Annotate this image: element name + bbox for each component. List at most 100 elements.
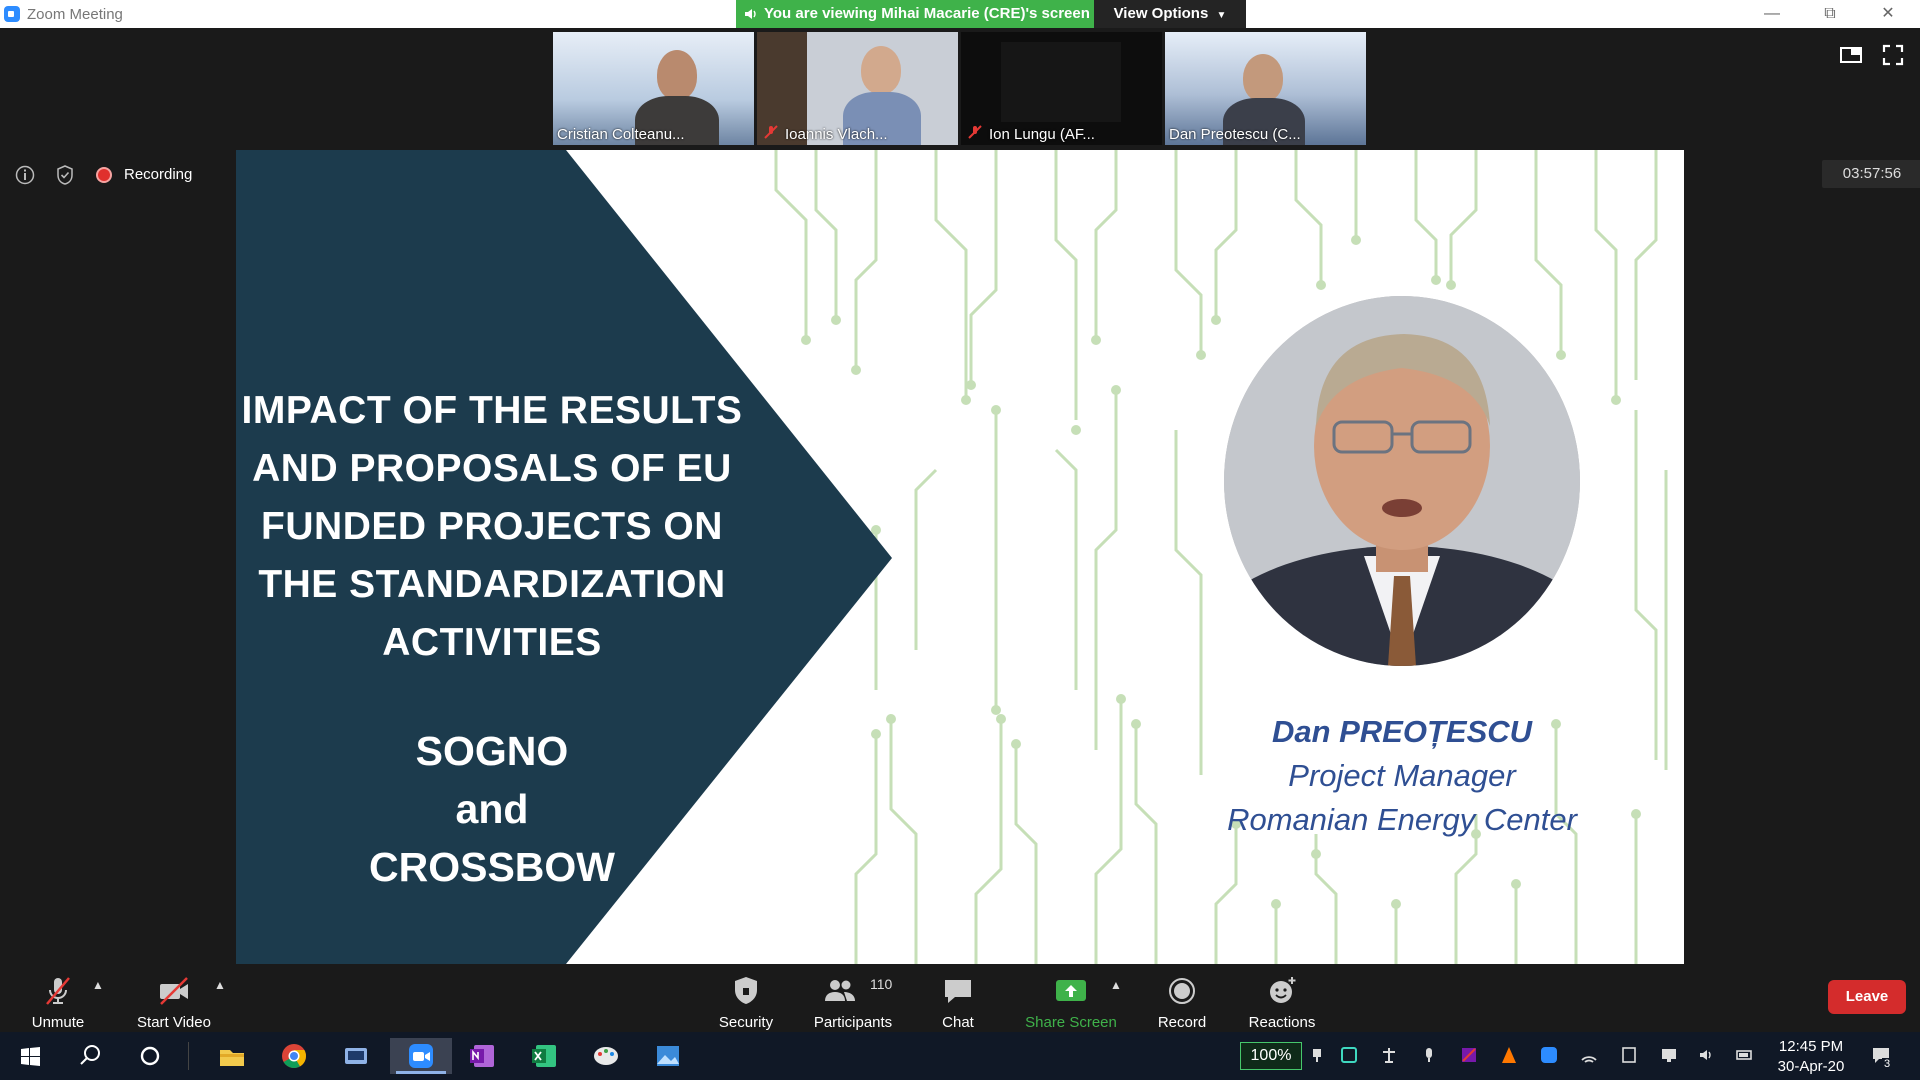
active-indicator — [396, 1071, 446, 1074]
taskbar-clock[interactable]: 12:45 PM 30-Apr-20 — [1758, 1037, 1864, 1077]
participants-label: Participants — [813, 1014, 893, 1031]
clock-time: 12:45 PM — [1778, 1038, 1844, 1055]
participant-name: Ion Lungu (AF... — [989, 126, 1095, 143]
speaker-organization: Romanian Energy Center — [1227, 802, 1577, 837]
audio-options-chevron-icon[interactable]: ▲ — [92, 978, 104, 992]
dashlane-icon[interactable] — [1340, 1046, 1358, 1064]
display-icon[interactable] — [1660, 1046, 1678, 1064]
zoom-icon — [409, 1044, 433, 1068]
muted-mic-icon — [764, 125, 778, 139]
participant-face — [657, 50, 697, 100]
speaker-photo — [1224, 296, 1580, 666]
slide-title-line: ACTIVITIES — [382, 621, 602, 664]
clipboard-icon[interactable] — [1620, 1046, 1638, 1064]
participants-icon — [825, 980, 856, 1001]
window-titlebar: Zoom Meeting You are viewing Mihai Macar… — [0, 0, 1920, 28]
video-off-icon — [160, 977, 188, 1005]
fullscreen-icon[interactable] — [1882, 44, 1904, 66]
reactions-smiley-icon — [1270, 977, 1296, 1003]
excel-icon[interactable] — [526, 1038, 562, 1074]
video-tile-1[interactable]: Cristian Colteanu... — [553, 32, 754, 145]
viewing-screen-banner: You are viewing Mihai Macarie (CRE)'s sc… — [736, 0, 1094, 28]
avast-icon[interactable] — [1500, 1046, 1518, 1064]
wifi-icon[interactable] — [1580, 1046, 1598, 1064]
slide-title-line: AND PROPOSALS OF EU — [252, 447, 732, 490]
clock-date: 30-Apr-20 — [1777, 1058, 1845, 1075]
encryption-shield-icon[interactable] — [54, 164, 76, 186]
reactions-label: Reactions — [1248, 1014, 1316, 1031]
battery-icon[interactable] — [1736, 1046, 1754, 1064]
zoom-level-indicator[interactable]: 100% — [1240, 1042, 1302, 1070]
restore-icon[interactable]: ⧉ — [1810, 3, 1850, 25]
muted-microphone-icon — [46, 977, 70, 1005]
taskbar-divider — [188, 1042, 189, 1070]
meeting-timer: 03:57:56 — [1822, 160, 1920, 188]
leave-meeting-button[interactable]: Leave — [1828, 980, 1906, 1014]
share-screen-label: Share Screen — [1025, 1014, 1117, 1031]
participant-face — [1243, 54, 1283, 102]
slide-title-line: IMPACT OF THE RESULTS — [241, 389, 743, 432]
onenote-icon[interactable] — [464, 1038, 500, 1074]
view-options-label: View Options — [1113, 5, 1209, 22]
share-screen-icon — [1056, 980, 1086, 1001]
view-options-button[interactable]: View Options ▼ — [1094, 0, 1246, 28]
security-shield-icon — [735, 977, 757, 1004]
recording-label: Recording — [124, 166, 193, 183]
unmute-label: Unmute — [31, 1014, 85, 1031]
onenote-tray-icon[interactable] — [1460, 1046, 1478, 1064]
network-tool-icon[interactable] — [338, 1038, 374, 1074]
participant-face — [861, 46, 901, 94]
security-label: Security — [718, 1014, 774, 1031]
windows-taskbar: 100% 12:45 PM 30-Apr-20 3 — [0, 1032, 1920, 1080]
slide-subtitle-line: SOGNO — [415, 728, 569, 774]
start-video-label: Start Video — [137, 1014, 211, 1031]
slide-title: IMPACT OF THE RESULTS AND PROPOSALS OF E… — [236, 382, 748, 672]
speaker-icon — [745, 9, 756, 19]
participants-count: 110 — [870, 976, 893, 992]
cortana-icon[interactable] — [132, 1038, 168, 1074]
slide-subtitle: SOGNO and CROSSBOW — [236, 722, 748, 896]
microphone-tray-icon[interactable] — [1420, 1046, 1438, 1064]
viewing-banner-text: You are viewing Mihai Macarie (CRE)'s sc… — [764, 5, 1090, 22]
close-icon[interactable]: ✕ — [1868, 3, 1908, 25]
video-tile-4[interactable]: Dan Preotescu (C... — [1165, 32, 1366, 145]
zoom-taskbar-button[interactable] — [390, 1038, 452, 1074]
network-share-icon[interactable] — [1380, 1046, 1398, 1064]
chat-bubble-icon — [945, 980, 971, 1003]
participant-name: Dan Preotescu (C... — [1169, 126, 1301, 143]
chrome-icon[interactable] — [276, 1038, 312, 1074]
zoom-app-icon — [4, 6, 20, 22]
gallery-view-icon[interactable] — [1840, 44, 1862, 66]
chevron-down-icon: ▼ — [1216, 10, 1227, 21]
window-title: Zoom Meeting — [27, 6, 123, 23]
record-icon — [1169, 978, 1195, 1004]
slide-title-line: FUNDED PROJECTS ON — [261, 505, 723, 548]
paint-icon[interactable] — [588, 1038, 624, 1074]
info-icon[interactable] — [14, 164, 36, 186]
participant-name: Ioannis Vlach... — [785, 126, 888, 143]
minimize-icon[interactable]: — — [1752, 3, 1792, 25]
windows-start-icon[interactable] — [12, 1038, 48, 1074]
video-options-chevron-icon[interactable]: ▲ — [214, 978, 226, 992]
search-icon[interactable] — [72, 1038, 108, 1074]
speaker-role: Project Manager — [1288, 758, 1516, 793]
slide-title-line: THE STANDARDIZATION — [258, 563, 726, 606]
chat-label: Chat — [942, 1014, 974, 1031]
video-tile-2[interactable]: Ioannis Vlach... — [757, 32, 958, 145]
speaker-info: Dan PREOȚESCU Project Manager Romanian E… — [1166, 710, 1638, 842]
muted-mic-icon — [968, 125, 982, 139]
photos-icon[interactable] — [650, 1038, 686, 1074]
participant-name: Cristian Colteanu... — [557, 126, 685, 143]
notification-count: 3 — [1882, 1058, 1893, 1070]
volume-icon[interactable] — [1698, 1046, 1716, 1064]
slide-subtitle-line: CROSSBOW — [369, 844, 615, 890]
usb-plug-icon[interactable] — [1308, 1046, 1326, 1064]
video-tile-3[interactable]: Ion Lungu (AF... — [961, 32, 1162, 145]
share-options-chevron-icon[interactable]: ▲ — [1110, 978, 1122, 992]
recording-indicator-icon — [98, 169, 110, 181]
slide-subtitle-line: and — [455, 786, 529, 832]
file-explorer-icon[interactable] — [214, 1038, 250, 1074]
speaker-portrait — [1224, 296, 1580, 666]
shared-screen-slide: IMPACT OF THE RESULTS AND PROPOSALS OF E… — [236, 150, 1684, 964]
zoom-tray-icon[interactable] — [1540, 1046, 1558, 1064]
